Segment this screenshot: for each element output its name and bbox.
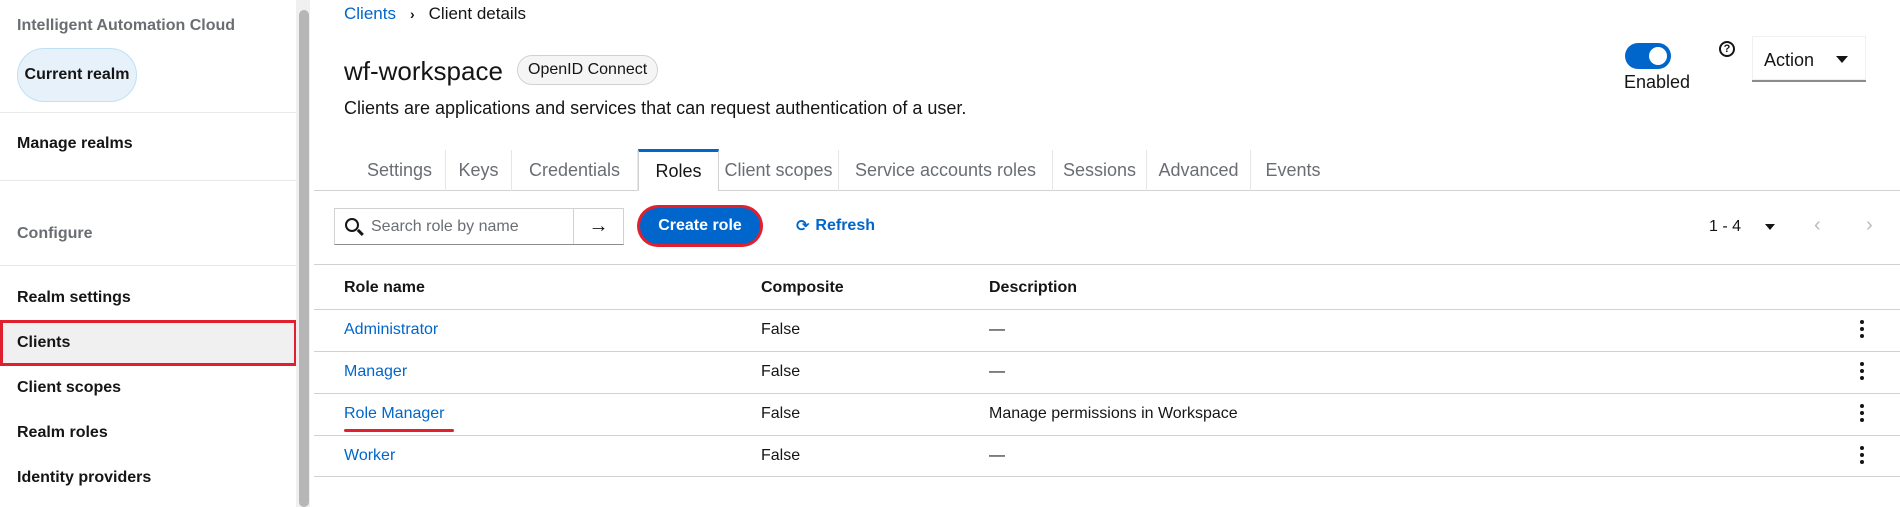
description-value: —: [989, 363, 1005, 380]
sidebar-section-configure: Configure: [17, 225, 93, 242]
table-row: Administrator False —: [314, 309, 1900, 351]
table-row: Worker False —: [314, 435, 1900, 477]
chevron-right-icon: ›: [409, 6, 415, 22]
tab-events[interactable]: Events: [1251, 150, 1335, 191]
tab-advanced[interactable]: Advanced: [1147, 150, 1251, 191]
table-row: Role Manager False Manage permissions in…: [314, 393, 1900, 435]
create-role-button[interactable]: Create role: [640, 208, 760, 244]
action-dropdown[interactable]: Action: [1752, 36, 1866, 82]
kebab-menu-icon[interactable]: [1860, 404, 1864, 425]
page-description: Clients are applications and services th…: [344, 98, 967, 118]
role-search: →: [334, 208, 624, 245]
refresh-button[interactable]: ⟳ Refresh: [796, 216, 875, 236]
app-window: Intelligent Automation Cloud Current rea…: [0, 0, 1900, 507]
composite-value: False: [761, 321, 801, 338]
caret-down-icon: [1836, 56, 1848, 63]
column-header-role-name: Role name: [344, 279, 425, 296]
refresh-icon: ⟳: [796, 218, 810, 235]
role-name-link[interactable]: Role Manager: [344, 405, 445, 423]
sidebar-item-clients[interactable]: Clients: [0, 320, 297, 366]
highlight-underline: [344, 429, 454, 432]
action-label: Action: [1764, 50, 1815, 70]
sidebar-divider: [0, 265, 296, 266]
tab-keys[interactable]: Keys: [446, 150, 512, 191]
tab-client-scopes[interactable]: Client scopes: [719, 150, 839, 191]
sidebar-item-manage-realms[interactable]: Manage realms: [17, 135, 133, 153]
protocol-badge: OpenID Connect: [517, 55, 659, 85]
sidebar-divider: [0, 180, 296, 181]
sidebar-item-realm-roles[interactable]: Realm roles: [17, 424, 108, 442]
search-input[interactable]: [371, 215, 571, 239]
search-submit-arrow-icon[interactable]: →: [573, 209, 623, 244]
enabled-label: Enabled: [1624, 72, 1691, 92]
description-value: —: [989, 321, 1005, 338]
divider: [314, 264, 1900, 265]
role-name-link[interactable]: Administrator: [344, 321, 438, 339]
kebab-menu-icon[interactable]: [1860, 446, 1864, 467]
kebab-menu-icon[interactable]: [1860, 362, 1864, 383]
breadcrumb-clients-link[interactable]: Clients: [344, 4, 396, 24]
sidebar-item-client-scopes[interactable]: Client scopes: [17, 379, 121, 397]
tab-settings[interactable]: Settings: [354, 150, 446, 191]
sidebar: Intelligent Automation Cloud Current rea…: [0, 0, 297, 507]
role-name-link[interactable]: Worker: [344, 447, 395, 465]
chevron-left-icon[interactable]: ‹: [1814, 214, 1821, 237]
description-value: —: [989, 447, 1005, 464]
main-content: Clients › Client details wf-workspace Op…: [314, 0, 1900, 507]
page-title: wf-workspace: [344, 56, 503, 86]
refresh-label: Refresh: [815, 217, 875, 234]
tab-sessions[interactable]: Sessions: [1053, 150, 1147, 191]
chevron-right-icon[interactable]: ›: [1866, 214, 1873, 237]
sidebar-item-realm-settings[interactable]: Realm settings: [17, 289, 131, 307]
sidebar-item-identity-providers[interactable]: Identity providers: [17, 469, 151, 487]
sidebar-item-label: Clients: [17, 334, 71, 351]
description-value: Manage permissions in Workspace: [989, 405, 1238, 422]
table-row: Manager False —: [314, 351, 1900, 393]
tab-roles[interactable]: Roles: [638, 149, 719, 191]
help-icon[interactable]: ?: [1719, 41, 1735, 57]
composite-value: False: [761, 447, 801, 464]
kebab-menu-icon[interactable]: [1860, 320, 1864, 341]
pagination-range[interactable]: 1 - 4: [1709, 218, 1741, 236]
column-header-composite: Composite: [761, 279, 844, 296]
composite-value: False: [761, 405, 801, 422]
sidebar-divider: [0, 112, 296, 113]
tab-credentials[interactable]: Credentials: [512, 150, 638, 191]
tab-bar: Settings Keys Credentials Roles Client s…: [314, 149, 1900, 191]
breadcrumb: Clients › Client details: [344, 4, 526, 24]
role-name-link[interactable]: Manager: [344, 363, 407, 381]
column-header-description: Description: [989, 279, 1078, 296]
caret-down-icon[interactable]: [1765, 224, 1775, 230]
app-title: Intelligent Automation Cloud: [17, 17, 236, 34]
sidebar-scrollbar-thumb[interactable]: [299, 10, 309, 507]
enabled-toggle[interactable]: [1625, 43, 1671, 69]
composite-value: False: [761, 363, 801, 380]
toggle-knob: [1649, 47, 1667, 65]
current-realm-button[interactable]: Current realm: [17, 48, 137, 102]
search-icon: [345, 218, 359, 232]
tab-service-accounts-roles[interactable]: Service accounts roles: [839, 150, 1053, 191]
breadcrumb-current: Client details: [428, 4, 526, 23]
